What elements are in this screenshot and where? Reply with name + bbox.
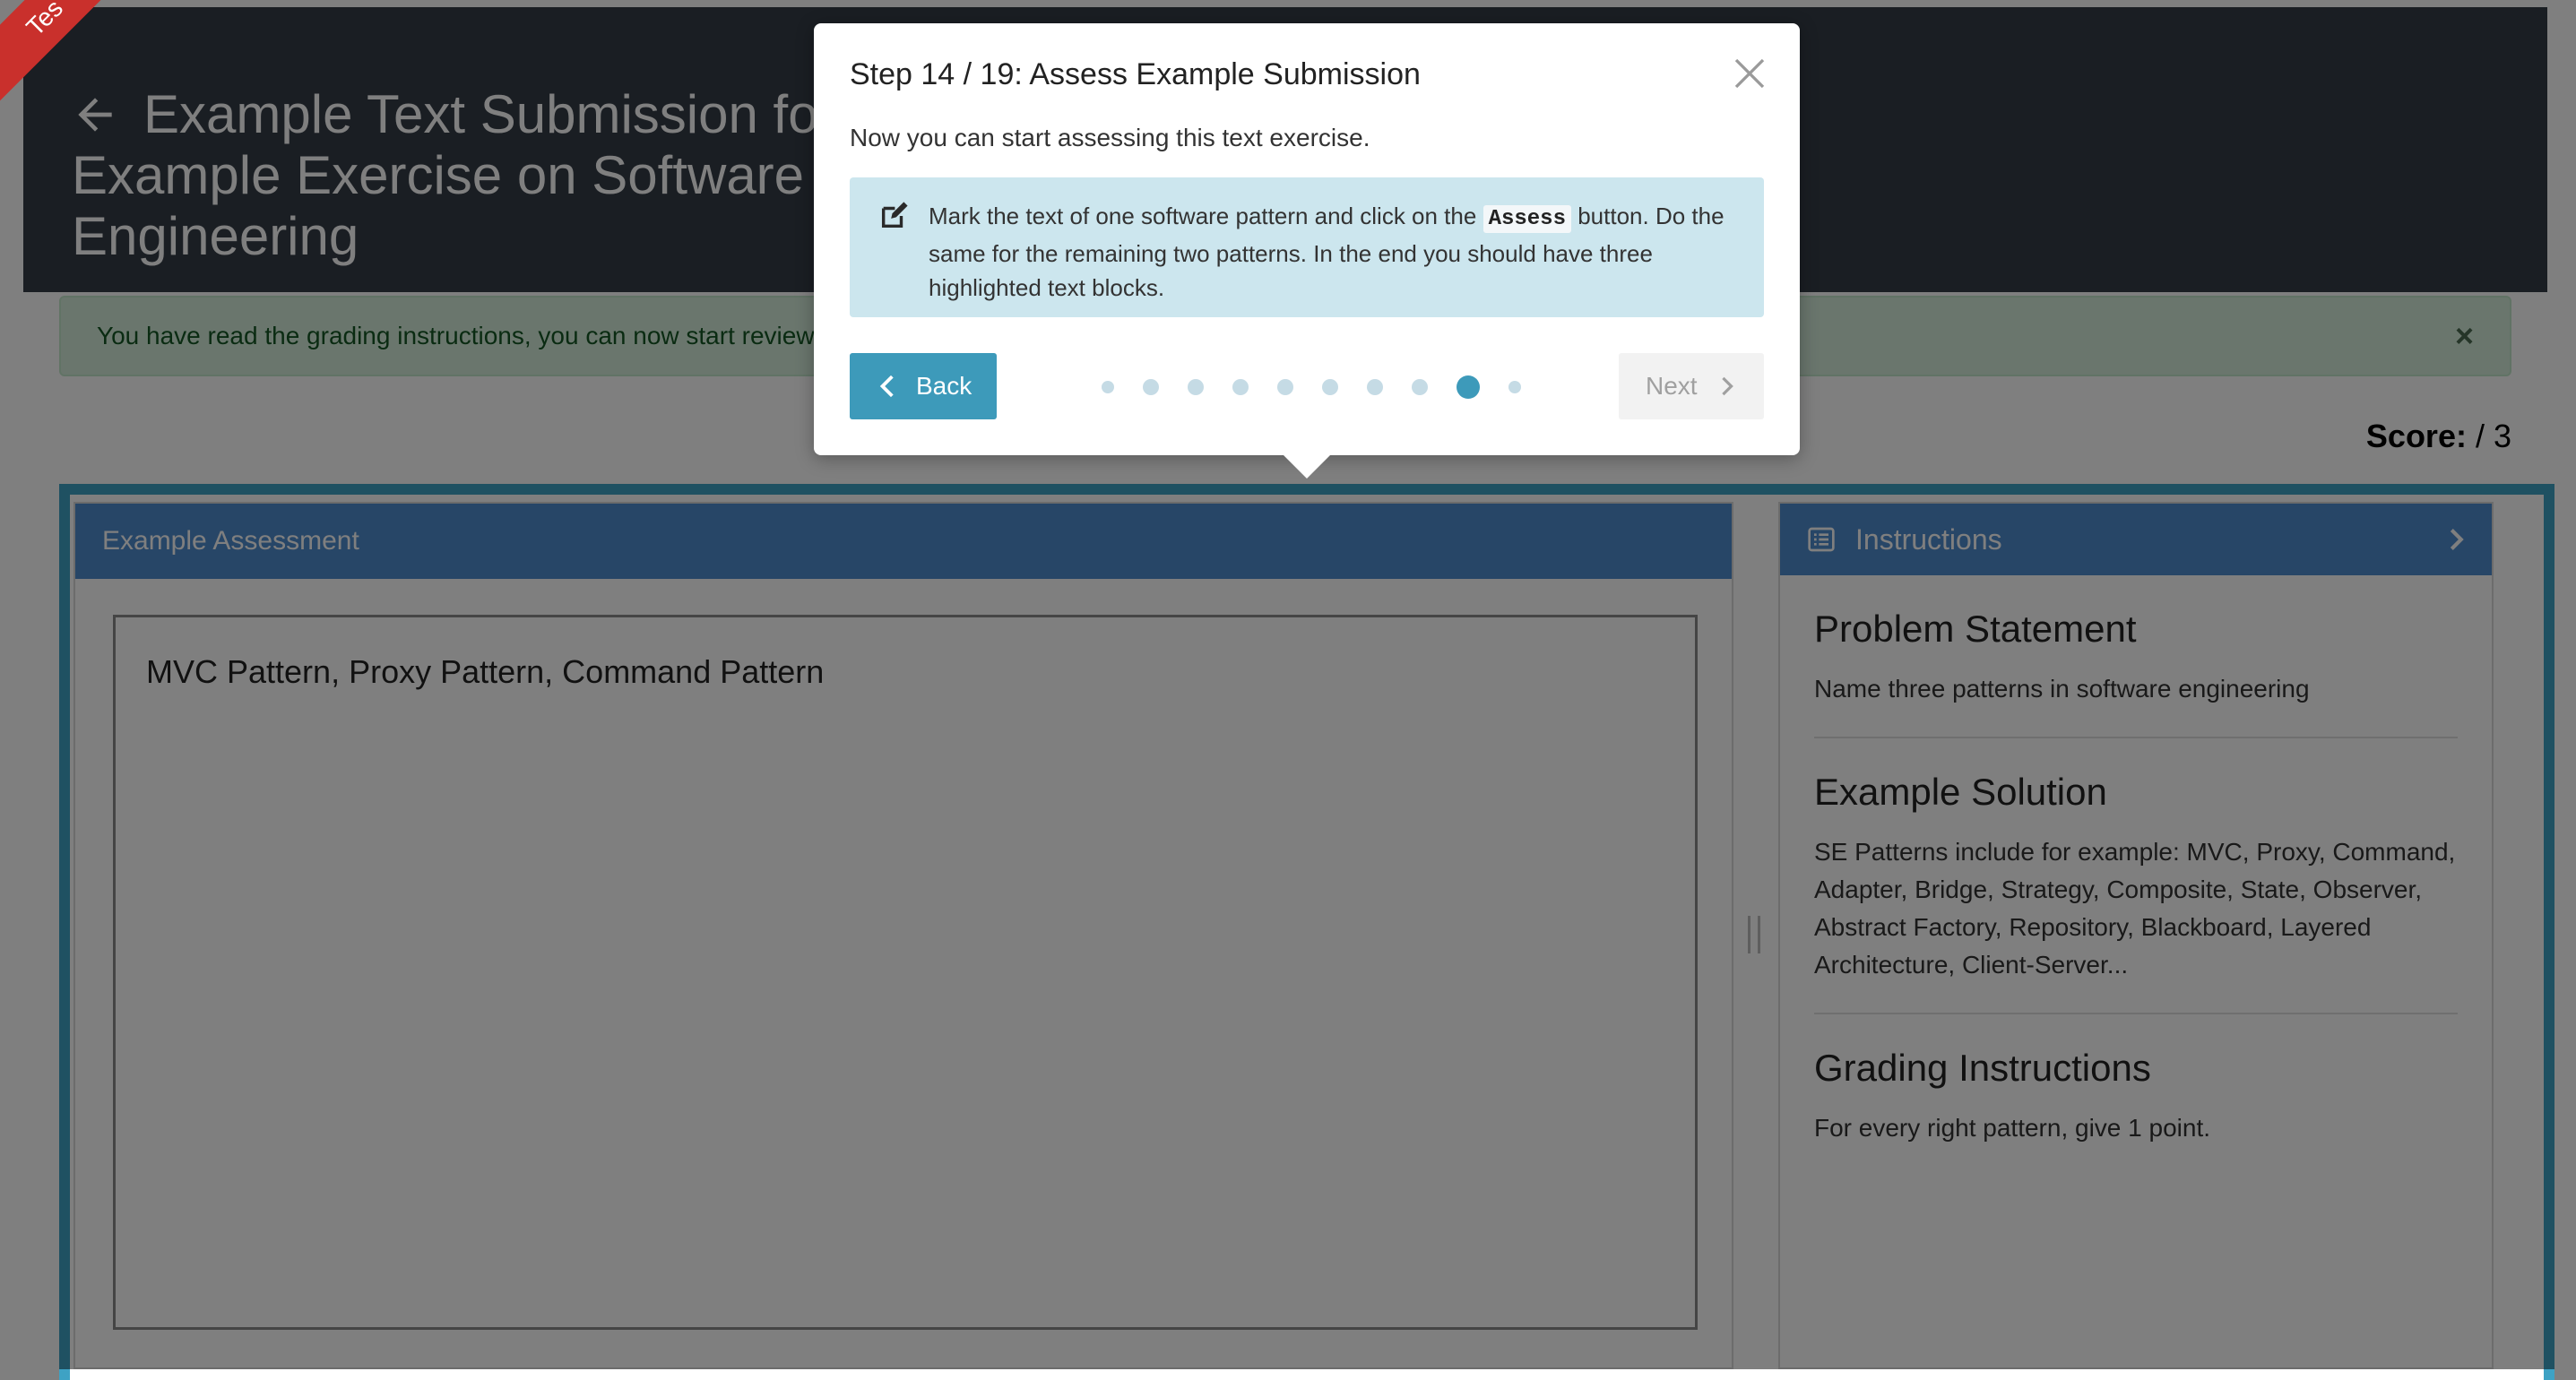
chevron-right-icon bbox=[1722, 376, 1733, 396]
tour-dot[interactable] bbox=[1367, 379, 1383, 395]
tour-back-button[interactable]: Back bbox=[850, 353, 997, 419]
tour-dot[interactable] bbox=[1277, 379, 1293, 395]
edit-icon bbox=[881, 202, 908, 229]
tour-dot[interactable] bbox=[1232, 379, 1249, 395]
tour-info-box: Mark the text of one software pattern an… bbox=[850, 177, 1764, 317]
tour-dot[interactable] bbox=[1508, 381, 1521, 393]
back-button-label: Back bbox=[916, 372, 972, 400]
assess-code-chip: Assess bbox=[1482, 205, 1571, 233]
chevron-left-icon bbox=[879, 375, 894, 398]
tour-dot[interactable] bbox=[1102, 381, 1114, 393]
tour-step-title: Step 14 / 19: Assess Example Submission bbox=[850, 57, 1421, 91]
tour-progress-dots bbox=[1047, 369, 1576, 405]
info-text-before: Mark the text of one software pattern an… bbox=[929, 203, 1483, 229]
popover-caret bbox=[1282, 453, 1332, 479]
tour-dot[interactable] bbox=[1412, 379, 1428, 395]
guided-tour-popover: Step 14 / 19: Assess Example Submission … bbox=[814, 23, 1800, 455]
tour-dot[interactable] bbox=[1188, 379, 1204, 395]
tour-dot[interactable] bbox=[1322, 379, 1338, 395]
close-icon[interactable] bbox=[1732, 56, 1768, 91]
next-button-label: Next bbox=[1646, 372, 1698, 400]
tour-dot[interactable] bbox=[1143, 379, 1159, 395]
tour-step-subtitle: Now you can start assessing this text ex… bbox=[850, 124, 1370, 151]
tour-next-button[interactable]: Next bbox=[1619, 353, 1764, 419]
tour-dot-active[interactable] bbox=[1457, 375, 1480, 399]
